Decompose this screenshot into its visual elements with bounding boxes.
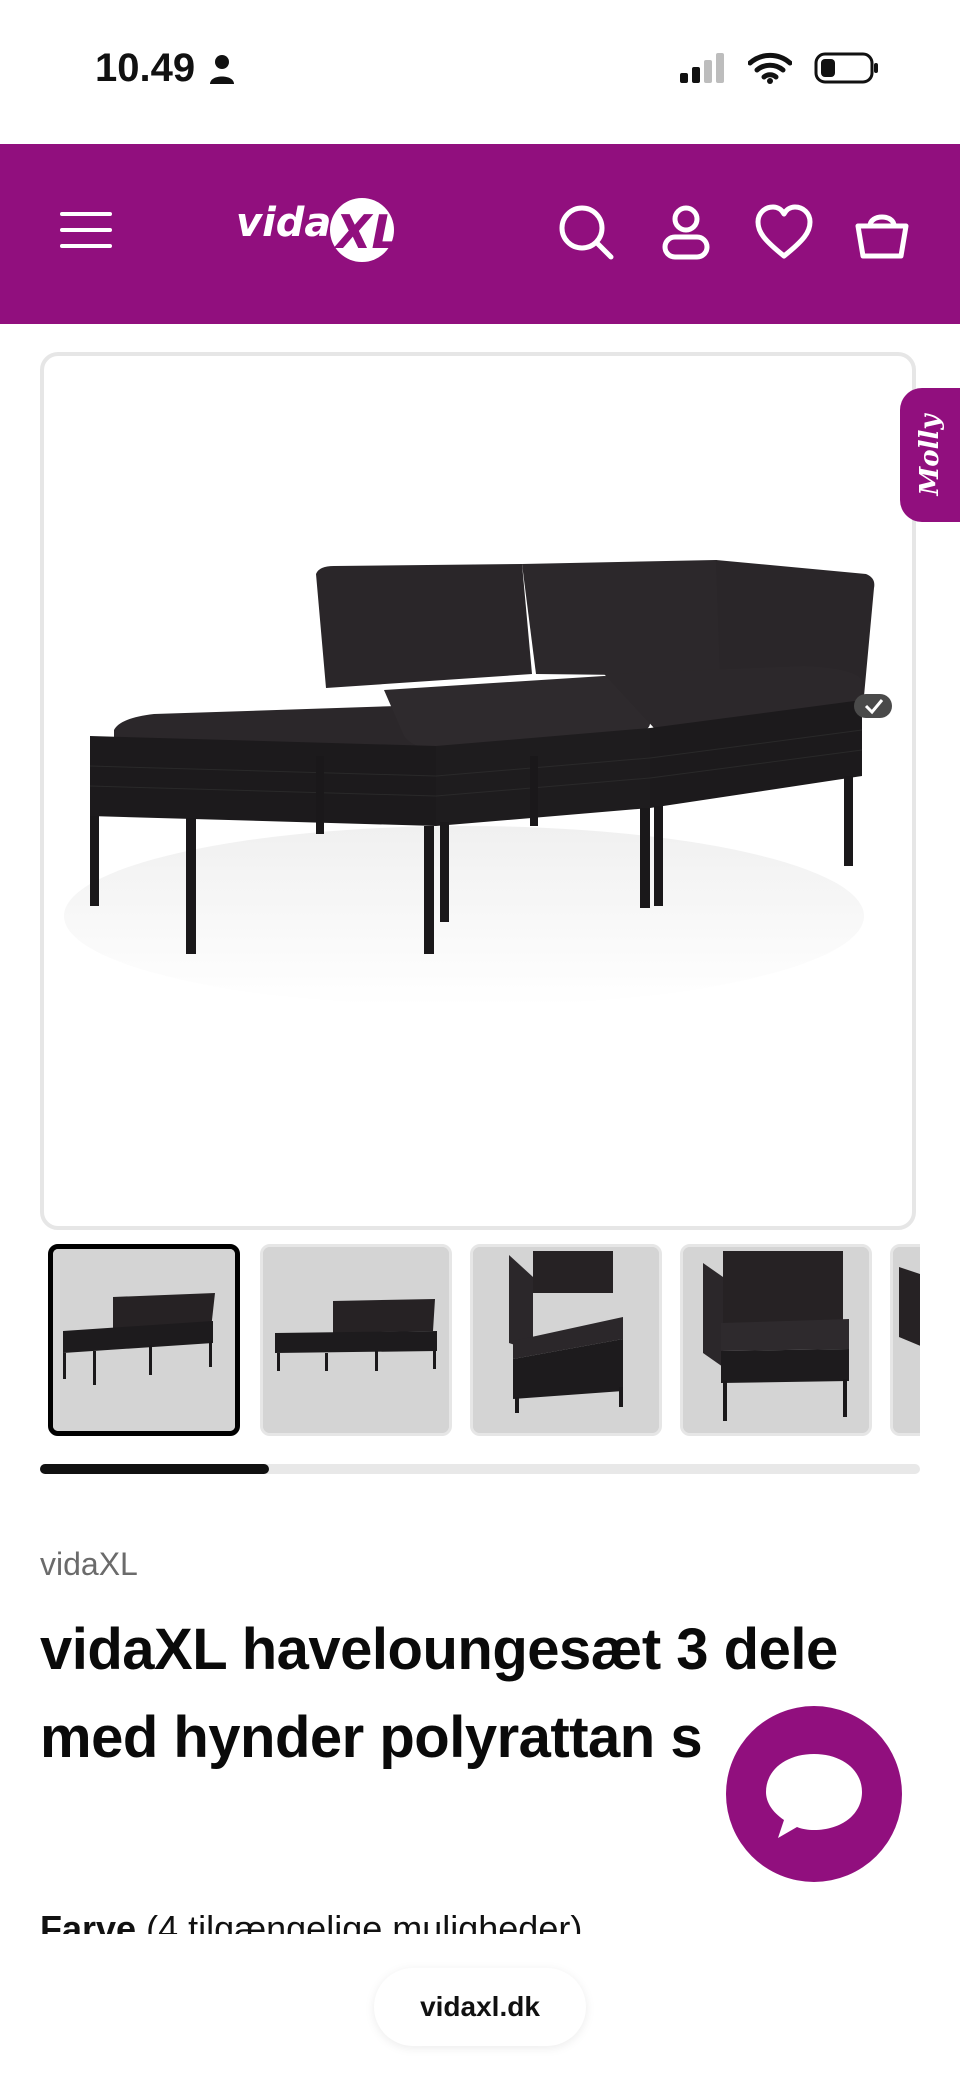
account-icon[interactable] bbox=[656, 202, 716, 262]
status-icons bbox=[680, 52, 880, 84]
sofa-image bbox=[64, 560, 892, 1006]
wifi-icon bbox=[748, 52, 792, 84]
thumbnail-2[interactable] bbox=[260, 1244, 452, 1436]
thumbnail-4[interactable] bbox=[680, 1244, 872, 1436]
product-brand[interactable]: vidaXL bbox=[40, 1546, 138, 1583]
gallery-scroll-indicator bbox=[40, 1464, 920, 1474]
chat-button[interactable] bbox=[726, 1706, 902, 1882]
signal-icon bbox=[680, 53, 724, 83]
svg-text:XL: XL bbox=[333, 205, 401, 259]
browser-url-pill[interactable]: vidaxl.dk bbox=[374, 1968, 586, 2046]
site-header: vida XL bbox=[0, 144, 960, 324]
vidaxl-logo[interactable]: vida XL bbox=[236, 192, 406, 272]
time-group: 10.49 bbox=[95, 46, 235, 91]
thumbnail-3[interactable] bbox=[470, 1244, 662, 1436]
thumbnail-strip[interactable] bbox=[48, 1244, 920, 1436]
thumbnail-1[interactable] bbox=[48, 1244, 240, 1436]
heart-icon[interactable] bbox=[754, 202, 814, 262]
thumbnail-2-image bbox=[263, 1247, 449, 1433]
thumbnail-4-image bbox=[683, 1247, 869, 1433]
menu-icon bbox=[60, 212, 112, 216]
thumbnail-3-image bbox=[473, 1247, 659, 1433]
basket-icon[interactable] bbox=[852, 202, 912, 262]
logo-icon: vida XL bbox=[236, 198, 401, 262]
thumbnail-5[interactable] bbox=[890, 1244, 920, 1436]
product-main-image[interactable] bbox=[40, 352, 916, 1230]
molly-label: Molly bbox=[915, 414, 945, 496]
battery-icon bbox=[814, 52, 878, 84]
clock: 10.49 bbox=[95, 46, 196, 90]
thumbnail-5-image bbox=[893, 1247, 920, 1433]
svg-text:vida: vida bbox=[236, 200, 331, 246]
person-icon bbox=[210, 54, 235, 84]
menu-button[interactable] bbox=[60, 212, 112, 252]
gallery-scroll-thumb bbox=[40, 1464, 269, 1474]
status-bar: 10.49 bbox=[0, 0, 960, 144]
chat-bubble-icon bbox=[766, 1754, 862, 1838]
molly-assistant-tab[interactable]: Molly bbox=[900, 388, 960, 522]
search-icon[interactable] bbox=[556, 202, 616, 262]
thumbnail-1-image bbox=[53, 1249, 235, 1431]
